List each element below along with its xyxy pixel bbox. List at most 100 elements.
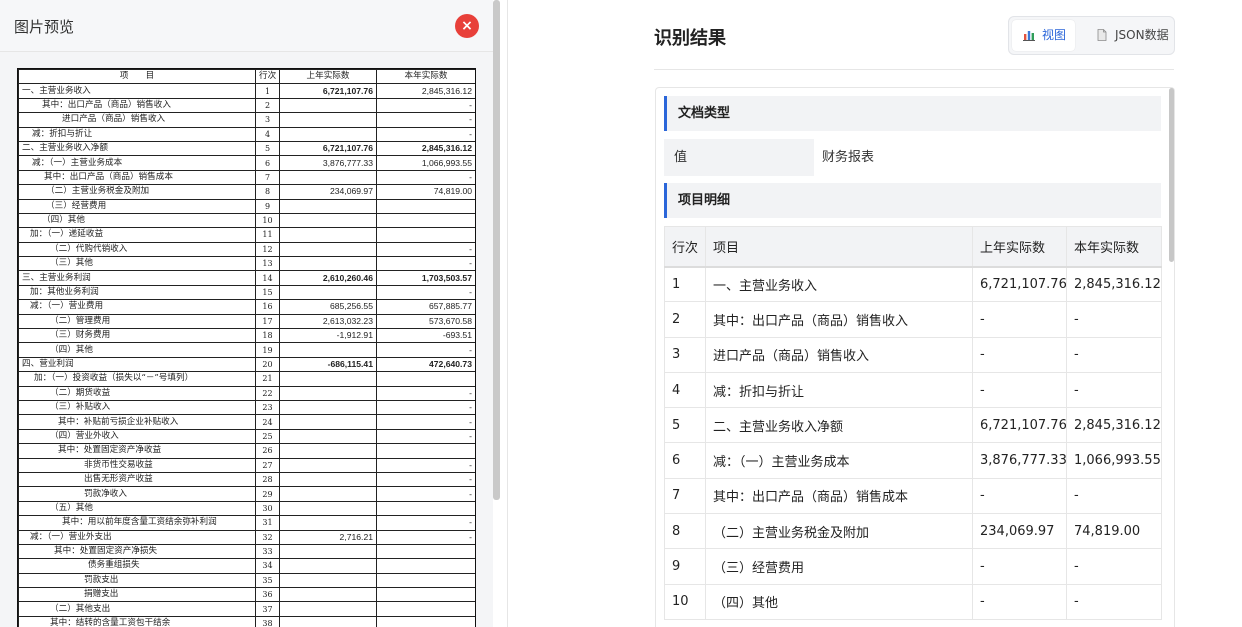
doc-row: （三）其他 13 -	[18, 256, 475, 272]
document-icon	[1097, 29, 1107, 41]
doc-cur-cell	[376, 615, 475, 627]
doc-prev-cell	[279, 471, 377, 488]
doc-item-cell: （三）财务费用	[18, 328, 256, 344]
tab-json[interactable]: JSON数据	[1085, 20, 1173, 51]
doc-prev-cell	[279, 97, 377, 114]
row-item-cell: （四）其他	[705, 583, 973, 620]
doc-cur-cell: 573,670.58	[376, 313, 475, 330]
doc-no-cell: 29	[255, 486, 280, 502]
doc-prev-cell	[279, 558, 377, 574]
doc-row: 加：（一）递延收益 11	[18, 227, 475, 243]
doc-row: 四、营业利润 20 -686,115.41 472,640.73	[18, 356, 475, 373]
doc-prev-cell	[279, 256, 377, 272]
doc-cur-cell: -	[376, 112, 475, 128]
doc-no-cell: 38	[255, 615, 280, 627]
doc-cur-cell: -	[376, 457, 475, 473]
preview-scrollbar[interactable]	[493, 0, 500, 500]
tab-view[interactable]: 视图	[1012, 20, 1075, 51]
result-scrollbar[interactable]	[1169, 88, 1174, 262]
table-row: 5 二、主营业务收入净额 6,721,107.76 2,845,316.12	[664, 407, 1162, 444]
doc-item-cell: 减：（一）主营业务成本	[18, 155, 256, 171]
row-cur-cell: -	[1066, 583, 1162, 620]
doc-no-cell: 19	[255, 342, 280, 358]
doc-prev-cell: 234,069.97	[279, 184, 377, 200]
doc-header-row: 项 目 行次 上年实际数 本年实际数	[18, 69, 475, 85]
row-prev-cell: 234,069.97	[972, 513, 1067, 550]
doc-prev-cell	[279, 385, 377, 401]
doc-item-cell: （二）主营业务税金及附加	[18, 184, 256, 200]
doc-prev-cell	[279, 601, 377, 617]
row-cur-cell: -	[1066, 548, 1162, 585]
doc-prev-cell: 2,613,032.23	[279, 313, 377, 330]
doc-item-cell: 其中：出口产品（商品）销售收入	[18, 97, 256, 114]
result-panel: 文档类型 值 财务报表 项目明细 行次 项目 上年实际数 本年实际数 1 一、主营…	[655, 87, 1175, 627]
doc-cur-cell	[376, 558, 475, 574]
result-title: 识别结果	[654, 28, 726, 49]
doc-prev-cell	[279, 169, 377, 186]
row-prev-cell: -	[972, 583, 1067, 620]
doc-item-cell: （三）补贴收入	[18, 399, 256, 416]
preview-header: 图片预览 ×	[0, 0, 493, 52]
doc-no-cell: 6	[255, 155, 280, 171]
doc-cur-cell	[376, 587, 475, 603]
doc-row: （二）期货收益 22 -	[18, 385, 475, 401]
table-row: 3 进口产品（商品）销售收入 - -	[664, 336, 1162, 373]
doc-cur-cell: 1,066,993.55	[376, 155, 475, 171]
title-divider	[654, 69, 1174, 70]
doc-item-cell: 减：折扣与折让	[18, 126, 256, 142]
row-prev-cell: -	[972, 301, 1067, 338]
doc-cur-cell	[376, 212, 475, 229]
doc-row: 其中：处置固定资产净损失 33	[18, 543, 475, 560]
doc-item-cell: 债务重组损失	[18, 558, 256, 574]
doc-item-cell: 减：（一）营业外支出	[18, 529, 256, 545]
doc-no-cell: 31	[255, 515, 280, 531]
doc-no-cell: 9	[255, 198, 280, 214]
table-row: 4 减：折扣与折让 - -	[664, 371, 1162, 409]
row-prev-cell: 6,721,107.76	[972, 265, 1067, 303]
row-prev-cell: 6,721,107.76	[972, 407, 1067, 444]
doc-item-cell: （二）期货收益	[18, 385, 256, 401]
bar-chart-icon	[1023, 31, 1035, 41]
doc-row: （五）其他 30	[18, 500, 475, 517]
document-image: 项 目 行次 上年实际数 本年实际数 一、主营业务收入 1 6,721,107.76…	[17, 68, 476, 627]
image-preview-panel: 图片预览 × 项 目 行次 上年实际数 本年实际数 一、主营业务收入 1 6,721…	[0, 0, 493, 627]
row-no-cell: 2	[664, 301, 706, 338]
close-icon[interactable]: ×	[455, 14, 479, 38]
row-item-cell: 一、主营业务收入	[705, 265, 973, 303]
doc-cur-cell: -	[376, 471, 475, 488]
row-no-cell: 6	[664, 442, 706, 479]
doc-item-cell: （三）其他	[18, 256, 256, 272]
doc-prev-cell: -1,912.91	[279, 328, 377, 344]
doc-item-cell: （五）其他	[18, 500, 256, 517]
table-row: 9 （三）经营费用 - -	[664, 548, 1162, 585]
doc-cur-cell	[376, 601, 475, 617]
doc-cur-cell: -	[376, 399, 475, 416]
doc-prev-cell	[279, 371, 377, 387]
doc-cur-cell: -	[376, 515, 475, 531]
doc-prev-cell	[279, 212, 377, 229]
doc-prev-cell	[279, 615, 377, 627]
doc-cur-cell: -	[376, 342, 475, 358]
row-no-cell: 1	[664, 265, 706, 303]
doc-cur-cell: -	[376, 241, 475, 258]
doc-row: 二、主营业务收入净额 5 6,721,107.76 2,845,316.12	[18, 140, 475, 157]
doc-no-cell: 27	[255, 457, 280, 473]
doc-row: 其中：用以前年度含量工资结余弥补利润 31 -	[18, 515, 475, 531]
doc-prev-cell	[279, 515, 377, 531]
doc-no-cell: 24	[255, 414, 280, 430]
doc-prev-cell	[279, 112, 377, 128]
doc-prev-cell	[279, 572, 377, 589]
items-col-header: 项目	[705, 226, 973, 268]
doc-row: 减：（一）主营业务成本 6 3,876,777.33 1,066,993.55	[18, 155, 475, 171]
doc-no-cell: 3	[255, 112, 280, 128]
row-cur-cell: 1,066,993.55	[1066, 442, 1162, 479]
row-cur-cell: -	[1066, 301, 1162, 338]
doc-cur-cell: 1,703,503.57	[376, 270, 475, 286]
row-item-cell: 二、主营业务收入净额	[705, 407, 973, 444]
doc-row: 加：（一）投资收益（损失以“－”号填列） 21	[18, 371, 475, 387]
doc-row: 其中：出口产品（商品）销售成本 7 -	[18, 169, 475, 186]
doc-row: （三）补贴收入 23 -	[18, 399, 475, 416]
doc-no-cell: 8	[255, 184, 280, 200]
table-row: 8 （二）主营业务税金及附加 234,069.97 74,819.00	[664, 513, 1162, 550]
doc-no-cell: 23	[255, 399, 280, 416]
